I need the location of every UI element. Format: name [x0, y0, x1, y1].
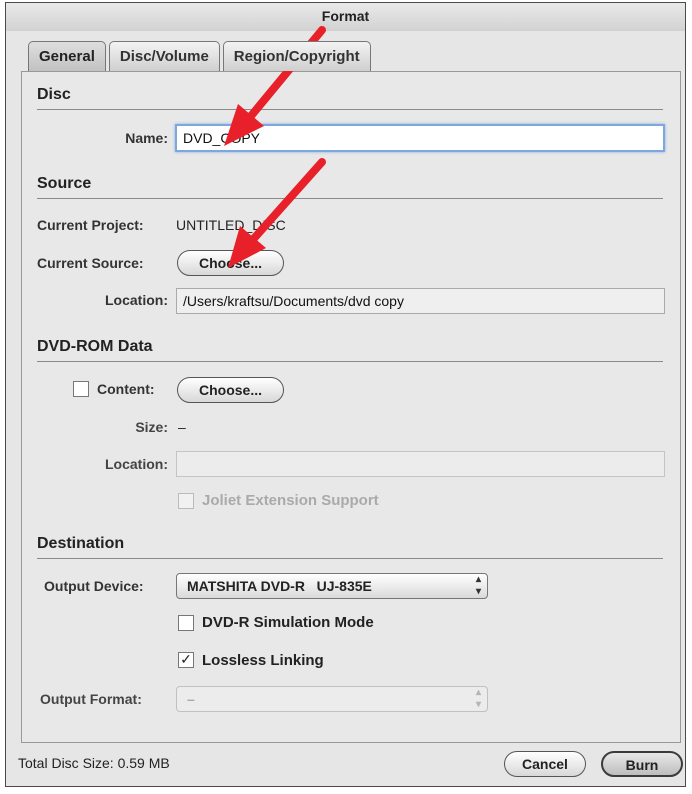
tab-general[interactable]: General: [28, 41, 106, 71]
tab-disc-volume[interactable]: Disc/Volume: [108, 41, 220, 71]
tab-region-copyright[interactable]: Region/Copyright: [222, 41, 371, 71]
tab-bar: General Disc/Volume Region/Copyright: [28, 41, 374, 71]
annotation-arrow-choose: [228, 158, 326, 268]
annotation-arrows: [224, 26, 326, 268]
